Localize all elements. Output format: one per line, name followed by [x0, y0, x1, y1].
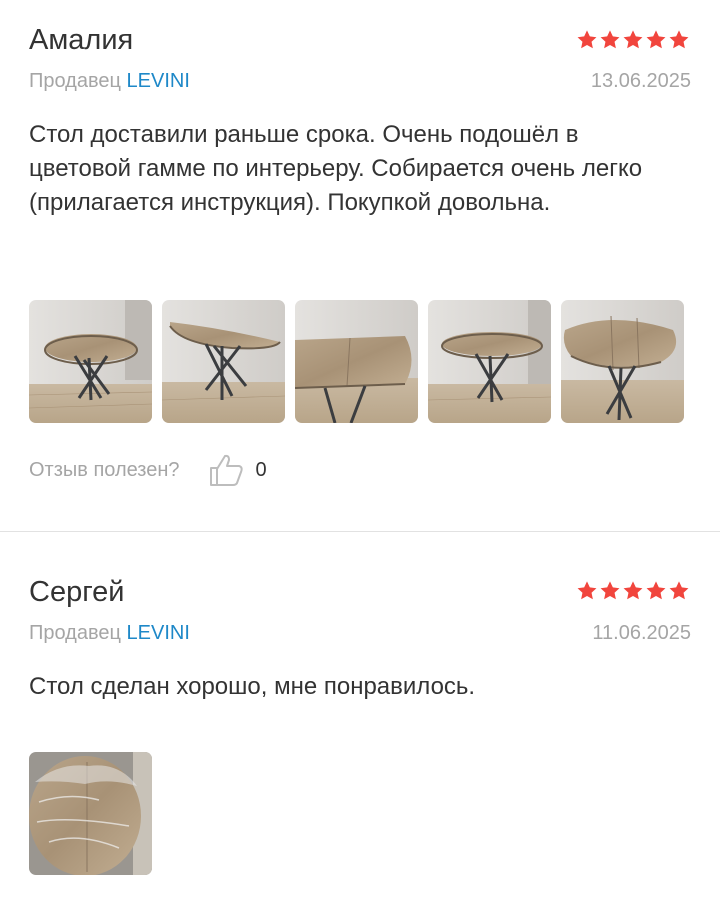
- star-icon: [599, 29, 621, 51]
- star-icon: [622, 580, 644, 602]
- review-photo[interactable]: [29, 300, 152, 423]
- seller-prefix: Продавец: [29, 622, 121, 644]
- review-date: 13.06.2025: [590, 70, 691, 92]
- review-card: Сергей Продавец LEVINI 11.06.2025 Стол с…: [0, 532, 720, 900]
- review-text: Стол сделан хорошо, мне понравилось.: [29, 673, 476, 700]
- seller-line: Продавец LEVINI: [29, 68, 190, 94]
- star-icon: [668, 29, 690, 51]
- review-card: Амалия Продавец LEVINI 13.06.2025 Стол д…: [0, 0, 720, 531]
- review-photo[interactable]: [428, 300, 551, 423]
- review-date: 11.06.2025: [592, 622, 691, 644]
- review-photo[interactable]: [561, 300, 684, 423]
- star-icon: [599, 580, 621, 602]
- star-icon: [622, 29, 644, 51]
- review-photos: [29, 752, 152, 875]
- star-icon: [645, 580, 667, 602]
- helpful-count: 0: [255, 458, 267, 481]
- review-photo[interactable]: [162, 300, 285, 423]
- review-photos: [29, 300, 684, 423]
- seller-link[interactable]: LEVINI: [127, 70, 190, 92]
- seller-line: Продавец LEVINI: [29, 620, 190, 646]
- review-photo[interactable]: [295, 300, 418, 423]
- thumbs-up-icon[interactable]: [206, 450, 246, 490]
- rating-stars: [576, 29, 690, 51]
- review-author: Сергей: [29, 576, 125, 608]
- star-icon: [576, 29, 598, 51]
- helpful-label: Отзыв полезен?: [29, 458, 180, 481]
- star-icon: [576, 580, 598, 602]
- rating-stars: [576, 580, 690, 602]
- seller-prefix: Продавец: [29, 70, 121, 92]
- star-icon: [668, 580, 690, 602]
- seller-link[interactable]: LEVINI: [127, 622, 190, 644]
- review-photo[interactable]: [29, 752, 152, 875]
- review-text: Стол доставили раньше срока. Очень подош…: [29, 121, 643, 216]
- helpful-row: Отзыв полезен? 0: [29, 450, 267, 490]
- review-author: Амалия: [29, 24, 134, 56]
- star-icon: [645, 29, 667, 51]
